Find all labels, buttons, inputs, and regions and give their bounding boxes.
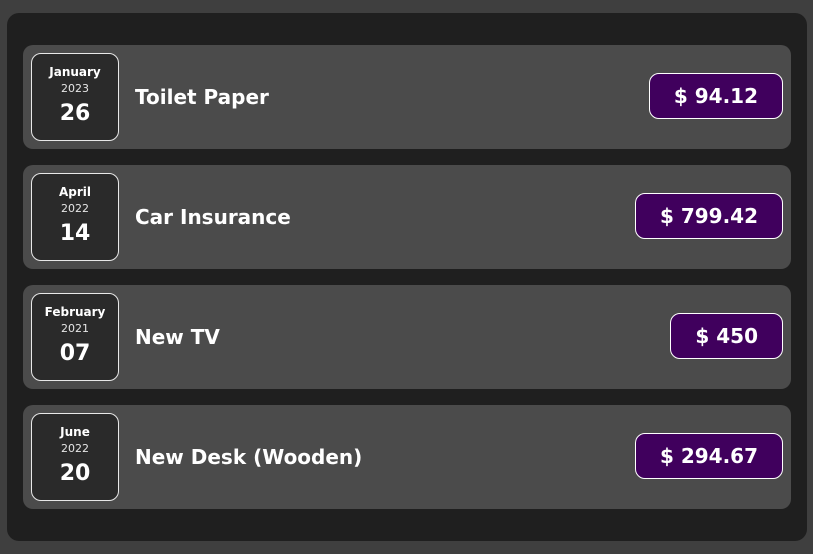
date-month: January [49, 65, 101, 79]
expense-item[interactable]: June 2022 20 New Desk (Wooden) $ 294.67 [23, 405, 791, 509]
expense-price-badge: $ 294.67 [634, 433, 783, 479]
expenses-panel: January 2023 26 Toilet Paper $ 94.12 Apr… [7, 13, 807, 541]
expense-item[interactable]: February 2021 07 New TV $ 450 [23, 285, 791, 389]
expense-price-badge: $ 799.42 [634, 193, 783, 239]
expense-list: January 2023 26 Toilet Paper $ 94.12 Apr… [23, 45, 791, 525]
date-year: 2022 [61, 202, 89, 215]
date-month: April [58, 185, 92, 199]
date-year: 2021 [61, 322, 89, 335]
expense-date: February 2021 07 [31, 293, 119, 381]
expense-item[interactable]: April 2022 14 Car Insurance $ 799.42 [23, 165, 791, 269]
date-year: 2022 [61, 442, 89, 455]
date-month: February [44, 305, 106, 319]
date-year: 2023 [61, 82, 89, 95]
expense-title: New Desk (Wooden) [135, 445, 363, 469]
date-day: 20 [59, 461, 91, 486]
expense-title: Toilet Paper [135, 85, 269, 109]
date-day: 14 [59, 221, 91, 246]
date-month: June [60, 425, 90, 439]
expense-title: New TV [135, 325, 220, 349]
expense-date: June 2022 20 [31, 413, 119, 501]
expense-title: Car Insurance [135, 205, 291, 229]
date-day: 07 [59, 341, 91, 366]
expense-date: April 2022 14 [31, 173, 119, 261]
expense-price-badge: $ 94.12 [648, 73, 783, 119]
date-day: 26 [59, 101, 91, 126]
expense-price-badge: $ 450 [670, 313, 783, 359]
expense-item[interactable]: January 2023 26 Toilet Paper $ 94.12 [23, 45, 791, 149]
expense-date: January 2023 26 [31, 53, 119, 141]
